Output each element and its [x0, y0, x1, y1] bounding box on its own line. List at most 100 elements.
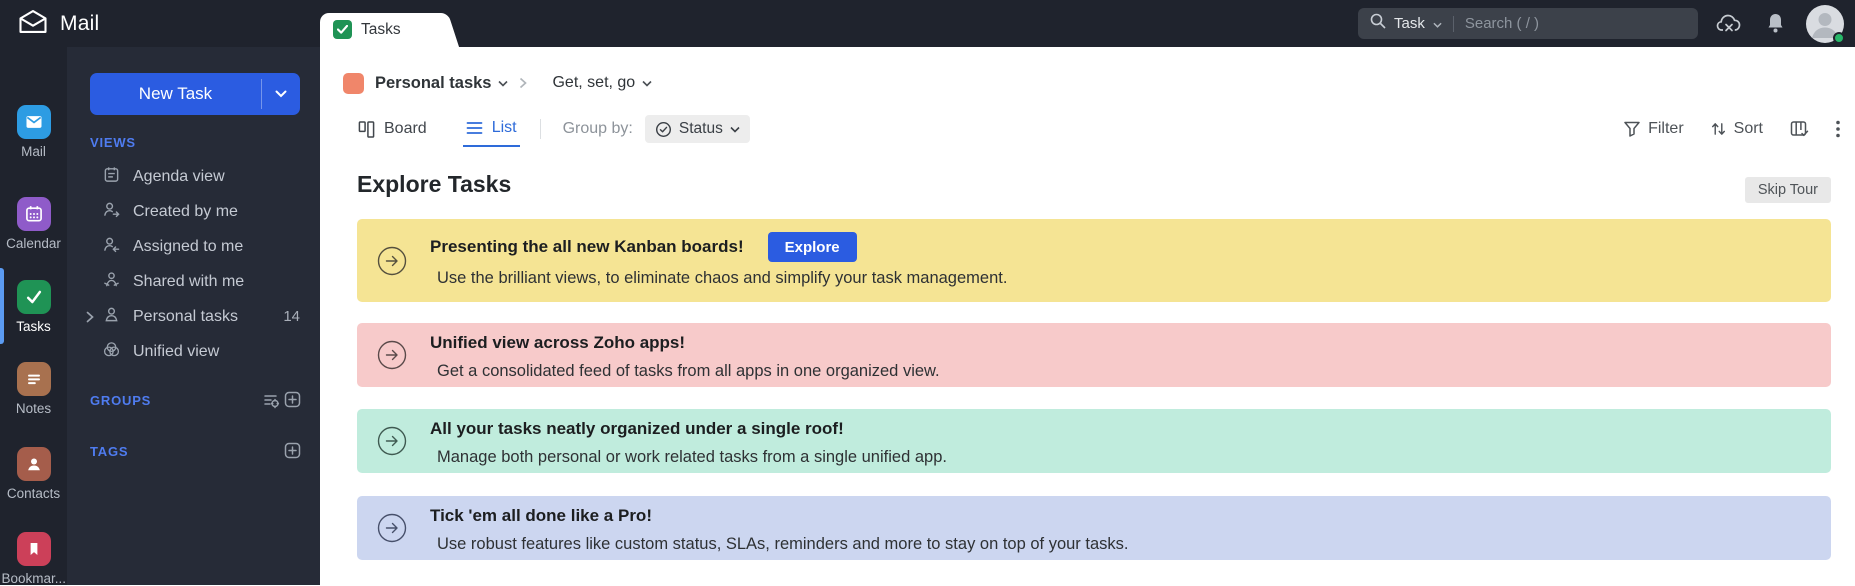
arrow-right-circle-icon [377, 513, 407, 543]
chevron-down-icon [730, 126, 740, 133]
rail-item-calendar[interactable]: Calendar [0, 197, 67, 251]
sort-button[interactable]: Sort [1711, 120, 1763, 138]
rail-item-bookmarks[interactable]: Bookmar... [0, 532, 67, 586]
views-heading: VIEWS [90, 135, 136, 150]
sidebar-item-unified-view[interactable]: Unified view [67, 334, 320, 369]
explore-button[interactable]: Explore [767, 232, 857, 262]
unified-view-icon [103, 341, 120, 363]
filter-funnel-icon [1624, 121, 1640, 137]
banner-single-roof: All your tasks neatly organized under a … [357, 409, 1831, 473]
group-by-selector[interactable]: Status [644, 115, 750, 143]
tab-list[interactable]: List [462, 111, 520, 147]
personal-tasks-icon [103, 306, 120, 328]
more-options-kebab-icon[interactable] [1836, 120, 1840, 138]
tab-board[interactable]: Board [358, 111, 427, 147]
app-rail: Mail Calendar Tasks Notes Contacts Bookm… [0, 47, 67, 586]
banner-subtitle: Use robust features like custom status, … [437, 535, 1129, 553]
main-content: Personal tasks Get, set, go Board List G… [320, 47, 1855, 585]
page-title: Explore Tasks [357, 171, 512, 197]
search-divider [1452, 15, 1454, 32]
banner-subtitle: Manage both personal or work related tas… [437, 448, 947, 466]
breadcrumb-separator-icon [520, 77, 528, 89]
skip-tour-button[interactable]: Skip Tour [1744, 177, 1831, 203]
rail-item-tasks[interactable]: Tasks [0, 268, 67, 344]
filter-button[interactable]: Filter [1624, 120, 1684, 138]
new-task-label[interactable]: New Task [90, 73, 261, 115]
notifications-bell-icon[interactable] [1765, 12, 1786, 39]
tasks-sidebar: New Task VIEWS Agenda view Created by me… [67, 47, 320, 585]
banner-title: Tick 'em all done like a Pro! [430, 506, 652, 525]
zoho-mail-tasks-app: Mail Task Search ( / ) Tasks Mail Calend… [0, 0, 1855, 586]
search-bar[interactable]: Task Search ( / ) [1358, 8, 1698, 39]
banner-kanban: Presenting the all new Kanban boards! Ex… [357, 219, 1831, 302]
tasks-check-icon [333, 20, 352, 39]
add-tag-icon[interactable] [284, 442, 301, 459]
toolbar-actions: Filter Sort [1624, 111, 1840, 147]
chevron-down-icon [498, 80, 509, 87]
shared-with-me-icon [103, 271, 120, 293]
mail-logo-icon [18, 9, 48, 39]
rail-item-notes[interactable]: Notes [0, 362, 67, 416]
columns-grid-icon [1790, 121, 1809, 137]
bookmarks-app-icon [16, 532, 51, 566]
banner-title: Unified view across Zoho apps! [430, 333, 686, 352]
user-avatar[interactable] [1806, 5, 1845, 44]
new-task-button[interactable]: New Task [90, 73, 300, 115]
list-icon [466, 122, 483, 134]
columns-button[interactable] [1790, 120, 1809, 138]
agenda-view-icon [103, 166, 120, 188]
group-by-label: Group by: [562, 120, 633, 137]
arrow-right-circle-icon [377, 246, 407, 276]
search-input[interactable]: Search ( / ) [1465, 15, 1539, 32]
banner-subtitle: Use the brilliant views, to eliminate ch… [437, 269, 1008, 287]
toolbar-divider [539, 119, 541, 139]
tab-tasks-label: Tasks [361, 20, 401, 38]
tab-tasks[interactable]: Tasks [320, 13, 438, 47]
groups-heading: GROUPS [90, 393, 152, 408]
chevron-down-icon [642, 80, 652, 87]
search-category[interactable]: Task [1394, 15, 1425, 32]
banner-pro: Tick 'em all done like a Pro! Use robust… [357, 496, 1831, 560]
status-check-circle-icon [655, 121, 671, 137]
rail-item-mail[interactable]: Mail [0, 105, 67, 159]
cloud-offline-icon[interactable] [1716, 12, 1743, 39]
sidebar-item-assigned-to-me[interactable]: Assigned to me [67, 229, 320, 264]
app-logo[interactable]: Mail [18, 9, 99, 39]
created-by-me-icon [103, 201, 120, 223]
sidebar-item-agenda-view[interactable]: Agenda view [67, 159, 320, 194]
topbar: Mail Task Search ( / ) [0, 0, 1855, 47]
expand-chevron-icon[interactable] [86, 311, 94, 323]
arrow-right-circle-icon [377, 340, 407, 370]
tasks-app-icon [16, 280, 51, 314]
tags-heading: TAGS [90, 444, 129, 459]
breadcrumb: Personal tasks Get, set, go [343, 68, 652, 98]
notes-app-icon [16, 362, 51, 396]
add-group-icon[interactable] [284, 391, 301, 408]
new-task-dropdown[interactable] [262, 73, 300, 115]
breadcrumb-section-dropdown[interactable]: Get, set, go [552, 74, 652, 92]
personal-tasks-count: 14 [283, 308, 300, 325]
tour-banners: Presenting the all new Kanban boards! Ex… [357, 219, 1831, 560]
board-icon [358, 120, 375, 138]
app-logo-text: Mail [60, 12, 100, 35]
sort-arrows-icon [1711, 123, 1725, 135]
sidebar-item-shared-with-me[interactable]: Shared with me [67, 264, 320, 299]
banner-title: All your tasks neatly organized under a … [430, 419, 844, 438]
manage-groups-icon[interactable] [263, 392, 280, 409]
mail-app-icon [16, 105, 51, 139]
calendar-app-icon [16, 197, 51, 231]
banner-title: Presenting the all new Kanban boards! [430, 237, 744, 256]
search-icon [1370, 13, 1386, 34]
chevron-down-icon [1433, 15, 1442, 33]
banner-subtitle: Get a consolidated feed of tasks from al… [437, 362, 940, 380]
breadcrumb-project-dropdown[interactable]: Personal tasks [375, 74, 509, 93]
contacts-app-icon [16, 447, 51, 481]
online-status-dot [1833, 32, 1845, 44]
sidebar-item-personal-tasks[interactable]: Personal tasks 14 [67, 299, 320, 334]
view-toolbar: Board List Group by: Status [358, 111, 750, 147]
banner-unified-view: Unified view across Zoho apps! Get a con… [357, 323, 1831, 387]
rail-item-contacts[interactable]: Contacts [0, 447, 67, 501]
sidebar-item-created-by-me[interactable]: Created by me [67, 194, 320, 229]
assigned-to-me-icon [103, 236, 120, 258]
arrow-right-circle-icon [377, 426, 407, 456]
